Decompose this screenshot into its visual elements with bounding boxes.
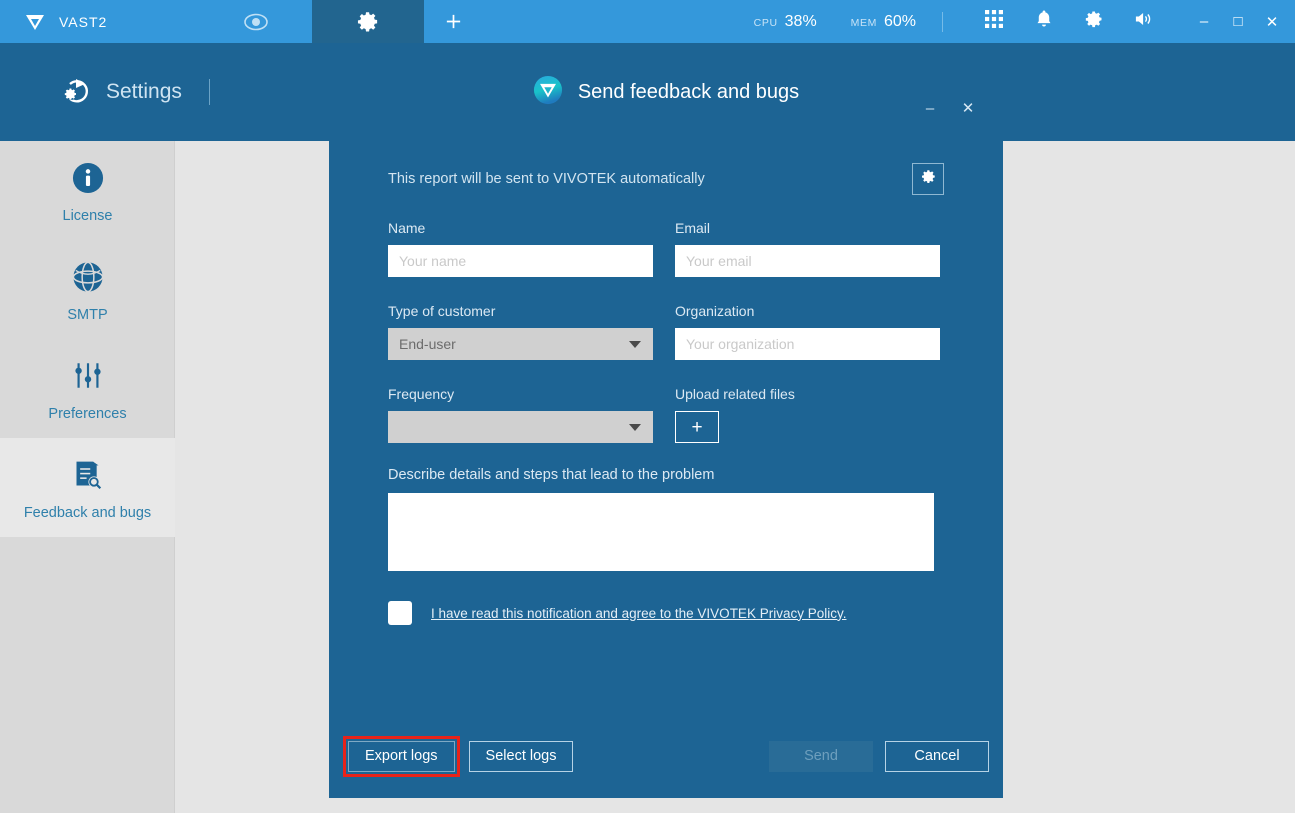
vivotek-v-logo-icon — [22, 9, 48, 35]
organization-input[interactable] — [675, 328, 940, 360]
field-type-of-customer-label: Type of customer — [388, 303, 496, 319]
field-name-label: Name — [388, 220, 426, 236]
stat-mem-value: 60% — [883, 12, 916, 30]
field-row-customer-org: Type of customer End-user Organization — [388, 303, 944, 360]
footer-right-buttons: Send Cancel — [769, 740, 989, 772]
field-describe: Describe details and steps that lead to … — [388, 467, 944, 576]
email-input[interactable] — [675, 245, 940, 277]
field-describe-label: Describe details and steps that lead to … — [388, 467, 715, 483]
field-row-name-email: Name Email — [388, 220, 944, 277]
sidebar-item-smtp[interactable]: SMTP — [0, 240, 175, 339]
window-maximize-button[interactable]: □ — [1221, 0, 1255, 43]
consent-checkbox[interactable] — [388, 601, 412, 625]
tray-icons — [969, 0, 1169, 43]
field-name: Name — [388, 220, 653, 277]
gear-icon — [1084, 9, 1104, 34]
stat-mem-label: MEM — [850, 16, 877, 29]
plus-icon — [444, 12, 463, 31]
frequency-select[interactable] — [388, 411, 653, 443]
settings-button[interactable] — [1069, 0, 1119, 43]
sidebar-item-license-label: License — [62, 207, 113, 224]
speaker-icon — [1134, 10, 1154, 33]
sliders-icon — [72, 356, 104, 396]
dialog-titlebar: Send feedback and bugs – ✕ — [329, 43, 1003, 141]
field-email: Email — [675, 220, 940, 277]
dialog-window-controls: – ✕ — [911, 93, 987, 123]
tab-add[interactable] — [424, 0, 482, 43]
export-logs-button[interactable]: Export logs — [348, 740, 455, 772]
chevron-down-icon — [629, 423, 641, 431]
sidebar-item-preferences[interactable]: Preferences — [0, 339, 175, 438]
dialog-title: Send feedback and bugs — [577, 80, 800, 103]
system-stats: CPU 38% MEM 60% — [754, 0, 969, 43]
window-minimize-button[interactable]: – — [1187, 0, 1221, 43]
tab-settings[interactable] — [312, 0, 424, 43]
volume-button[interactable] — [1119, 0, 1169, 43]
consent-row: I have read this notification and agree … — [388, 601, 944, 625]
export-logs-highlight: Export logs — [343, 735, 460, 777]
gear-icon — [920, 168, 937, 190]
sidebar-item-feedback-and-bugs-label: Feedback and bugs — [23, 504, 152, 521]
notice-settings-button[interactable] — [912, 163, 944, 195]
window-controls: – □ ✕ — [1187, 0, 1289, 43]
tab-liveview[interactable] — [200, 0, 312, 43]
field-frequency: Frequency — [388, 386, 653, 443]
dialog-body: This report will be sent to VIVOTEK auto… — [329, 151, 1003, 625]
select-logs-button[interactable]: Select logs — [468, 740, 574, 772]
notifications-button[interactable] — [1019, 0, 1069, 43]
field-upload-label: Upload related files — [675, 386, 795, 402]
field-row-frequency-upload: Frequency Upload related files + — [388, 386, 944, 443]
sidebar-item-smtp-label: SMTP — [67, 306, 108, 323]
top-app-bar: VAST2 CPU 38% MEM 60% – □ ✕ — [0, 0, 1295, 43]
type-of-customer-value: End-user — [399, 336, 456, 352]
stat-cpu-label: CPU — [753, 16, 778, 29]
page-title: Settings — [106, 80, 182, 103]
gear-icon — [357, 10, 380, 33]
settings-restore-icon — [62, 76, 92, 109]
cancel-button[interactable]: Cancel — [885, 740, 989, 772]
privacy-policy-link[interactable]: I have read this notification and agree … — [431, 606, 846, 621]
header-divider — [208, 79, 210, 105]
bell-icon — [1035, 9, 1053, 34]
dialog-title-group: Send feedback and bugs — [533, 75, 799, 110]
notice-row: This report will be sent to VIVOTEK auto… — [388, 151, 944, 207]
eye-icon — [243, 13, 269, 31]
describe-textarea[interactable] — [388, 493, 934, 571]
field-organization: Organization — [675, 303, 940, 360]
type-of-customer-select[interactable]: End-user — [388, 328, 653, 360]
topbar-divider — [942, 11, 943, 32]
dialog-close-button[interactable]: ✕ — [949, 93, 987, 123]
grid-apps-icon — [985, 10, 1003, 33]
sidebar-item-license[interactable]: License — [0, 141, 175, 240]
chevron-down-icon — [629, 340, 641, 348]
settings-sidebar: License SMTP Preferences Feedback and bu… — [0, 141, 175, 813]
sidebar-item-preferences-label: Preferences — [48, 405, 127, 422]
field-organization-label: Organization — [675, 303, 755, 319]
document-search-icon — [71, 455, 104, 495]
field-frequency-label: Frequency — [388, 386, 455, 402]
brand-name: VAST2 — [59, 13, 108, 30]
grid-apps-button[interactable] — [969, 0, 1019, 43]
dialog-minimize-button[interactable]: – — [911, 93, 949, 123]
brand: VAST2 — [0, 0, 200, 43]
notice-text: This report will be sent to VIVOTEK auto… — [388, 171, 705, 187]
send-button[interactable]: Send — [769, 740, 873, 772]
field-email-label: Email — [675, 220, 711, 236]
stat-cpu-value: 38% — [784, 12, 817, 30]
vivotek-circle-logo-icon — [533, 75, 563, 110]
stat-cpu: CPU 38% — [754, 13, 817, 31]
stat-mem: MEM 60% — [851, 13, 916, 31]
info-circle-icon — [72, 158, 104, 198]
window-close-button[interactable]: ✕ — [1255, 0, 1289, 43]
name-input[interactable] — [388, 245, 653, 277]
dialog-footer: Export logs Select logs Send Cancel — [329, 714, 1003, 798]
footer-left-buttons: Export logs Select logs — [343, 735, 574, 777]
field-type-of-customer: Type of customer End-user — [388, 303, 653, 360]
field-upload-related-files: Upload related files + — [675, 386, 940, 443]
sidebar-item-feedback-and-bugs[interactable]: Feedback and bugs — [0, 438, 175, 537]
upload-add-file-button[interactable]: + — [675, 411, 719, 443]
globe-icon — [72, 257, 104, 297]
send-feedback-dialog: Send feedback and bugs – ✕ This report w… — [329, 43, 1003, 798]
